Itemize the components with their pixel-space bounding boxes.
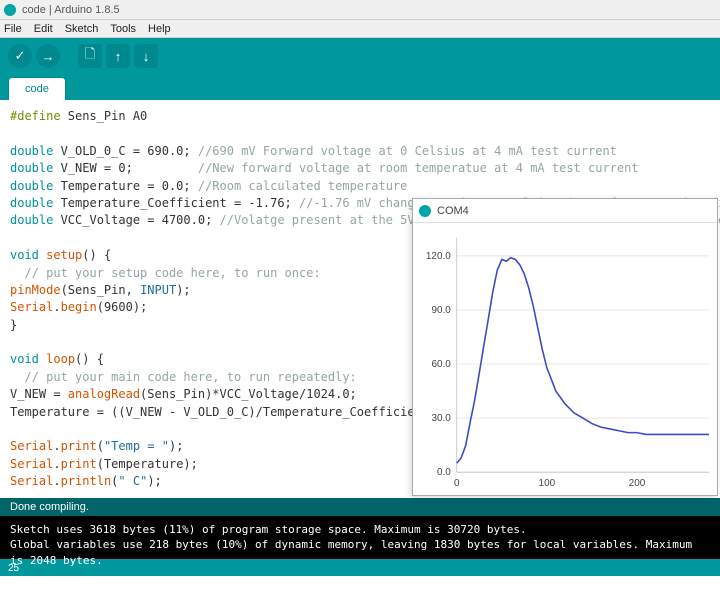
arrow-down-icon: ↓ [143, 49, 150, 64]
toolbar: ✓ → 🗋 ↑ ↓ [0, 38, 720, 74]
compile-status-text: Done compiling. [10, 501, 89, 513]
menu-edit[interactable]: Edit [34, 23, 53, 35]
arrow-right-icon: → [42, 49, 55, 64]
svg-text:200: 200 [629, 478, 646, 489]
open-button[interactable]: ↑ [106, 44, 130, 68]
plotter-titlebar: COM4 [413, 199, 717, 223]
check-icon: ✓ [15, 48, 26, 64]
upload-button[interactable]: → [36, 44, 60, 68]
file-icon: 🗋 [85, 45, 95, 67]
verify-button[interactable]: ✓ [8, 44, 32, 68]
serial-plotter-window[interactable]: COM4 0.0 30.0 60.0 90.0 120.0 0 100 200 [412, 198, 718, 496]
svg-text:100: 100 [539, 478, 556, 489]
menu-sketch[interactable]: Sketch [65, 23, 99, 35]
menu-file[interactable]: File [4, 23, 22, 35]
plot-area: 0.0 30.0 60.0 90.0 120.0 0 100 200 [413, 223, 717, 497]
window-title: code | Arduino 1.8.5 [22, 4, 120, 16]
menu-bar: File Edit Sketch Tools Help [0, 20, 720, 38]
footer-bar: 25 [0, 560, 720, 576]
console-line: Sketch uses 3618 bytes (11%) of program … [10, 522, 710, 537]
line-number: 25 [8, 563, 19, 574]
plotter-title: COM4 [437, 205, 469, 217]
plot-svg: 0.0 30.0 60.0 90.0 120.0 0 100 200 [413, 223, 717, 497]
svg-text:0.0: 0.0 [437, 467, 451, 478]
svg-text:120.0: 120.0 [426, 251, 451, 262]
menu-tools[interactable]: Tools [110, 23, 136, 35]
compile-status-bar: Done compiling. [0, 498, 720, 516]
svg-text:90.0: 90.0 [431, 305, 451, 316]
tab-bar: code [0, 74, 720, 100]
arrow-up-icon: ↑ [115, 49, 122, 64]
arduino-logo-icon [419, 205, 431, 217]
tab-code[interactable]: code [8, 77, 66, 100]
svg-text:30.0: 30.0 [431, 413, 451, 424]
menu-help[interactable]: Help [148, 23, 171, 35]
console-output: Sketch uses 3618 bytes (11%) of program … [0, 516, 720, 560]
arduino-logo-icon [4, 4, 16, 16]
svg-text:0: 0 [454, 478, 460, 489]
window-titlebar: code | Arduino 1.8.5 [0, 0, 720, 20]
svg-text:60.0: 60.0 [431, 359, 451, 370]
save-button[interactable]: ↓ [134, 44, 158, 68]
new-sketch-button[interactable]: 🗋 [78, 44, 102, 68]
